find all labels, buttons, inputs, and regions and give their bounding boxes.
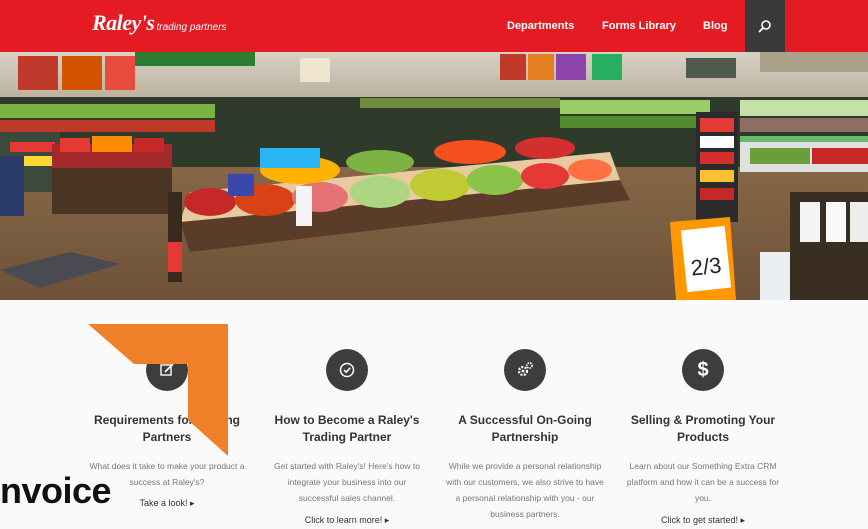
feature-title: A Successful On-Going Partnership: [458, 413, 592, 444]
hero-banner-image: 2/3: [0, 52, 868, 300]
feature-selling-promoting: $ Selling & Promoting Your Products Lear…: [618, 300, 788, 529]
produce-department-illustration: 2/3: [0, 52, 868, 300]
nav-departments[interactable]: Departments: [507, 20, 574, 32]
feature-title: Selling & Promoting Your Products: [630, 413, 776, 444]
nav-blog[interactable]: Blog: [703, 20, 727, 32]
feature-description: While we provide a personal relationship…: [446, 461, 604, 519]
search-icon: [758, 20, 771, 33]
dollar-icon[interactable]: $: [682, 349, 724, 391]
invoice-overlay-text: nvoice: [0, 470, 112, 511]
check-circle-icon[interactable]: [326, 349, 368, 391]
price-sign-text: 2/3: [690, 253, 723, 281]
nav-forms-library[interactable]: Forms Library: [602, 20, 676, 32]
top-navigation-bar: Raley's trading partners Departments For…: [0, 0, 868, 52]
logo-wordmark: Raley's: [92, 10, 155, 35]
orange-arrow-overlay: [88, 324, 228, 456]
feature-become-partner: How to Become a Raley's Trading Partner …: [262, 300, 432, 529]
search-button[interactable]: [745, 0, 785, 52]
feature-ongoing-partnership: A Successful On-Going Partnership While …: [440, 300, 610, 529]
feature-description: Get started with Raley's! Here's how to …: [274, 461, 420, 503]
feature-description: Learn about our Something Extra CRM plat…: [626, 461, 780, 503]
click-to-learn-more-link[interactable]: Click to learn more! ▸: [262, 515, 432, 526]
feature-title: How to Become a Raley's Trading Partner: [274, 413, 420, 444]
click-to-get-started-link[interactable]: Click to get started! ▸: [618, 515, 788, 526]
logo-subtitle: trading partners: [156, 22, 227, 33]
raleys-logo[interactable]: Raley's trading partners: [92, 10, 227, 36]
gears-icon[interactable]: [504, 349, 546, 391]
